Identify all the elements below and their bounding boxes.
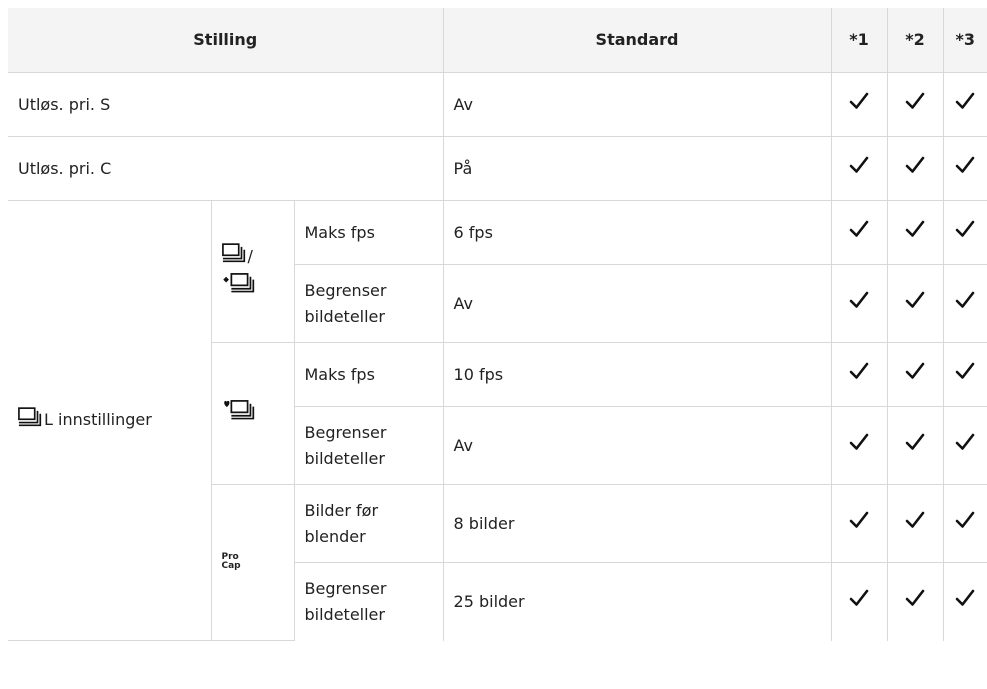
checkmark-icon bbox=[942, 136, 987, 201]
sub-setting-label: Begrenser bildeteller bbox=[294, 264, 444, 343]
setting-default: 6 fps bbox=[442, 200, 832, 265]
setting-default: Av bbox=[442, 406, 832, 485]
sub-setting-label: Maks fps bbox=[293, 342, 444, 407]
sequential-shooting-low-icon bbox=[18, 406, 44, 435]
pro-capture-icon-bottom: Cap bbox=[221, 560, 241, 571]
setting-default: Av bbox=[442, 264, 832, 343]
table-row: L innstillinger / Maks fps 6 fps bbox=[8, 200, 987, 641]
checkmark-icon bbox=[886, 136, 944, 201]
label-line: bildeteller bbox=[304, 604, 385, 624]
checkmark-icon bbox=[830, 342, 888, 407]
settings-table: Stilling Standard *1 *2 *3 Utløs. pri. S… bbox=[8, 8, 987, 641]
group-label: L innstillinger bbox=[8, 200, 212, 641]
checkmark-icon bbox=[942, 406, 987, 485]
sub-setting-label: Bilder før blender bbox=[293, 484, 444, 563]
table-row: Utløs. pri. C På bbox=[8, 136, 987, 201]
group-label-text: L innstillinger bbox=[44, 410, 152, 429]
setting-default: Av bbox=[442, 72, 832, 137]
sub-setting-label: Maks fps bbox=[293, 200, 444, 265]
setting-default: 10 fps bbox=[442, 342, 832, 407]
header-stilling: Stilling bbox=[8, 8, 444, 73]
label-line: bildeteller bbox=[304, 448, 385, 468]
icon-separator: / bbox=[247, 246, 253, 265]
checkmark-icon bbox=[942, 484, 987, 563]
sequential-low-icon bbox=[222, 242, 248, 272]
label-line: Begrenser bbox=[304, 422, 387, 442]
checkmark-icon bbox=[830, 484, 888, 563]
checkmark-icon bbox=[886, 562, 944, 641]
checkmark-icon bbox=[886, 406, 944, 485]
pro-capture-icon: Pro Cap bbox=[221, 552, 241, 571]
checkmark-icon bbox=[942, 200, 987, 265]
header-standard: Standard bbox=[442, 8, 832, 73]
header-row: Stilling Standard *1 *2 *3 bbox=[8, 8, 987, 73]
setting-label: Utløs. pri. S bbox=[8, 72, 444, 137]
sub-icon-cell: Pro Cap bbox=[211, 484, 295, 641]
sub-icon-cell bbox=[211, 342, 295, 485]
checkmark-icon bbox=[886, 72, 944, 137]
checkmark-icon bbox=[886, 264, 944, 343]
checkmark-icon bbox=[886, 200, 944, 265]
setting-default: 25 bilder bbox=[442, 562, 832, 641]
silent-sequential-icon bbox=[222, 399, 256, 428]
checkmark-icon bbox=[886, 342, 944, 407]
checkmark-icon bbox=[830, 200, 888, 265]
sub-icon-cell: / bbox=[210, 200, 295, 343]
label-line: bildeteller bbox=[304, 306, 385, 326]
silent-sequential-low-icon bbox=[222, 272, 256, 302]
header-mode-3: *3 bbox=[942, 8, 987, 73]
checkmark-icon bbox=[942, 562, 987, 641]
checkmark-icon bbox=[830, 406, 888, 485]
label-line: blender bbox=[304, 526, 366, 546]
header-mode-2: *2 bbox=[886, 8, 944, 73]
setting-default: På bbox=[442, 136, 832, 201]
checkmark-icon bbox=[830, 72, 888, 137]
label-line: Begrenser bbox=[304, 280, 387, 300]
label-line: Bilder før bbox=[304, 500, 379, 520]
sub-setting-label: Begrenser bildeteller bbox=[294, 562, 444, 641]
checkmark-icon bbox=[942, 72, 987, 137]
label-line: Begrenser bbox=[304, 578, 387, 598]
setting-label: Utløs. pri. C bbox=[8, 136, 444, 201]
header-mode-1: *1 bbox=[830, 8, 888, 73]
setting-default: 8 bilder bbox=[442, 484, 832, 563]
checkmark-icon bbox=[886, 484, 944, 563]
checkmark-icon bbox=[830, 136, 888, 201]
checkmark-icon bbox=[942, 264, 987, 343]
table-row: Utløs. pri. S Av bbox=[8, 72, 987, 137]
checkmark-icon bbox=[830, 264, 888, 343]
sub-setting-label: Begrenser bildeteller bbox=[294, 406, 444, 485]
checkmark-icon bbox=[830, 562, 888, 641]
checkmark-icon bbox=[942, 342, 987, 407]
